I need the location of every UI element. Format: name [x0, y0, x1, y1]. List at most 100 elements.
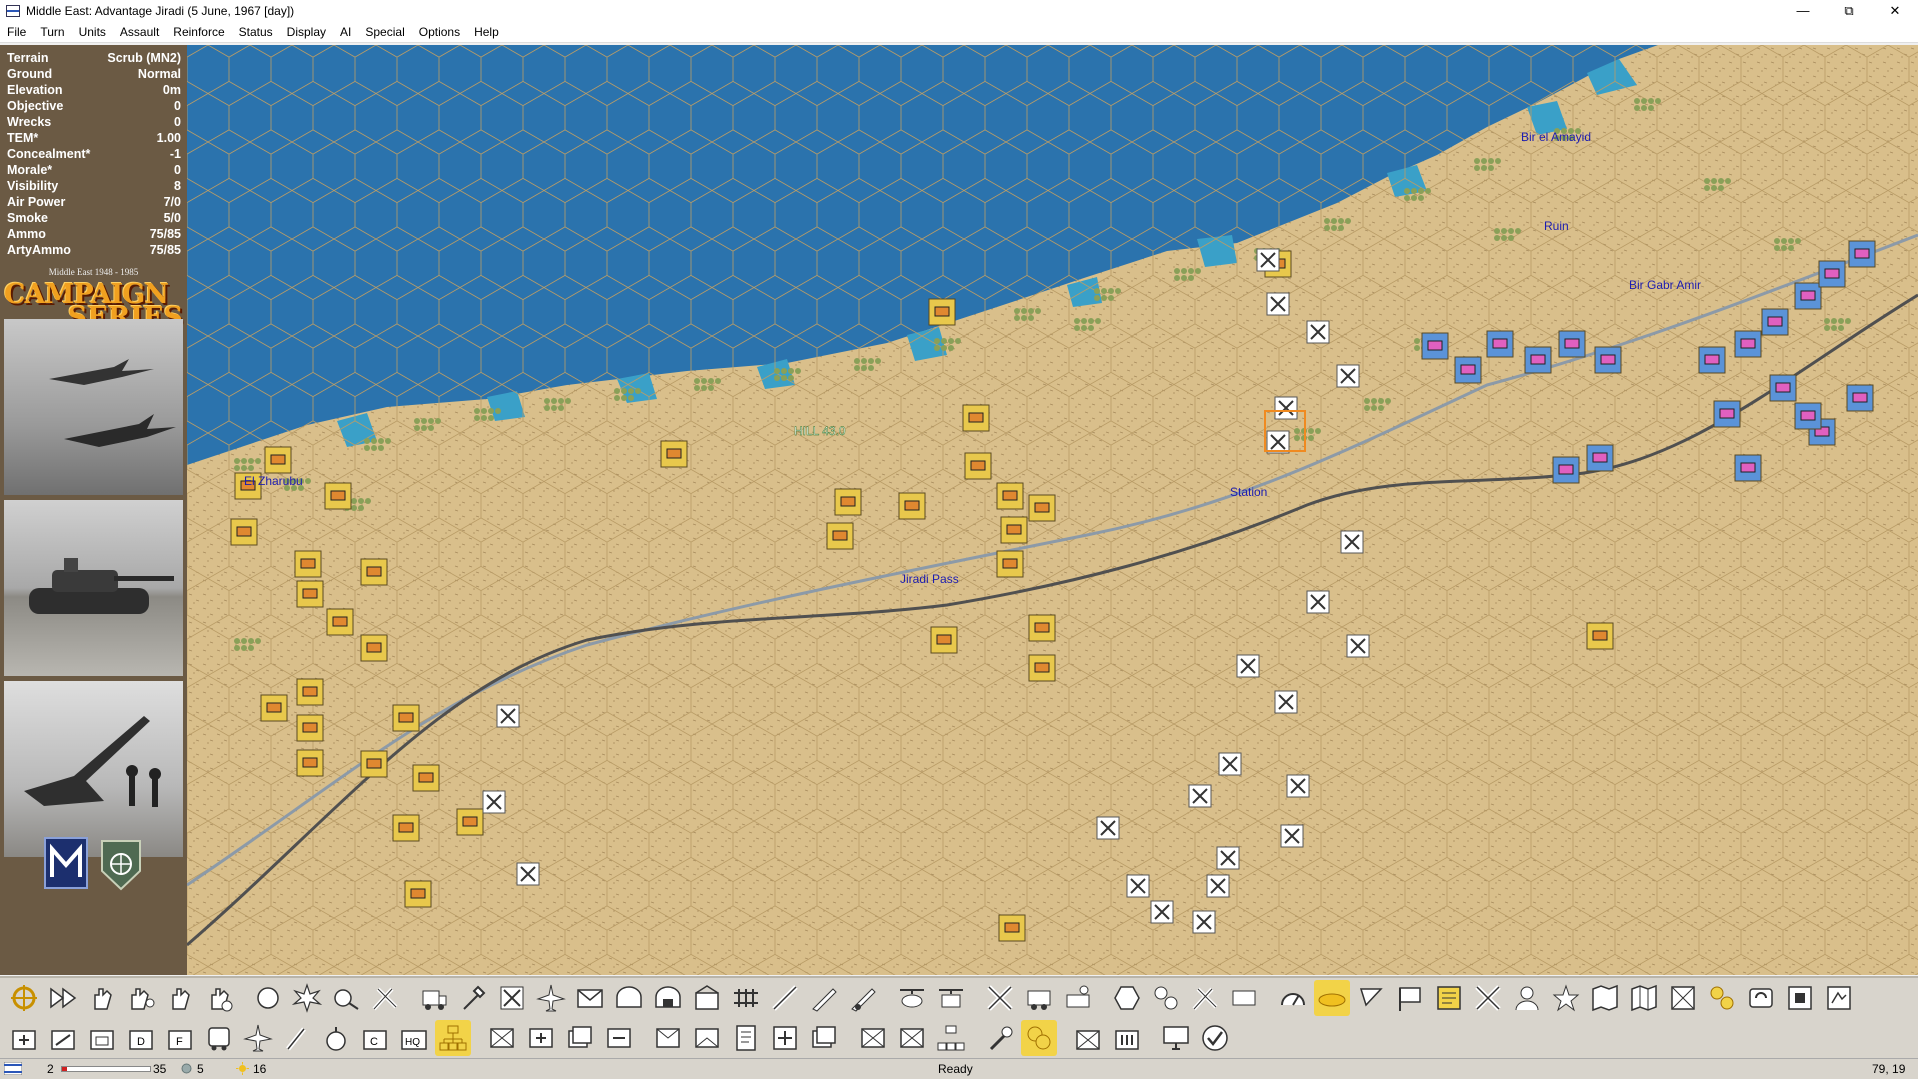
- smoke-button[interactable]: [1021, 1019, 1057, 1056]
- menu-help[interactable]: Help: [467, 25, 506, 39]
- mines-button[interactable]: [1070, 1020, 1106, 1056]
- load-button[interactable]: [416, 980, 452, 1016]
- barrier-button[interactable]: [1109, 1020, 1145, 1056]
- flag-toggle-button[interactable]: [1353, 980, 1389, 1016]
- restore-button[interactable]: ⧉: [1826, 0, 1872, 22]
- select-all-button[interactable]: [484, 1020, 520, 1056]
- map-canvas[interactable]: El Zharubu HILL 43.0 Jiradi Pass Station…: [187, 45, 1918, 975]
- airlift-button[interactable]: [933, 980, 969, 1016]
- scenario-info-button[interactable]: [767, 1020, 803, 1056]
- map-3d-button[interactable]: [1626, 980, 1662, 1016]
- rail-button[interactable]: [728, 980, 764, 1016]
- cross-tools-icon: [987, 984, 1013, 1011]
- menu-file[interactable]: File: [0, 25, 33, 39]
- helicopter-button[interactable]: [894, 980, 930, 1016]
- organization-button[interactable]: [435, 1019, 471, 1056]
- hand-group-icon: [211, 987, 233, 1011]
- highlight-fired-button[interactable]: [1109, 980, 1145, 1016]
- mine-clear-button[interactable]: [494, 980, 530, 1016]
- next-unit-list-button[interactable]: [894, 1020, 930, 1056]
- hex-grid-button[interactable]: [1704, 980, 1740, 1016]
- bridge-button[interactable]: [455, 980, 491, 1016]
- menu-bar: File Turn Units Assault Reinforce Status…: [0, 22, 1918, 43]
- menu-reinforce[interactable]: Reinforce: [166, 25, 231, 39]
- break-down-button[interactable]: [689, 1020, 725, 1056]
- menu-units[interactable]: Units: [72, 25, 113, 39]
- direct-fire-button[interactable]: [806, 980, 842, 1016]
- org-view-button[interactable]: [933, 1020, 969, 1056]
- menu-assault[interactable]: Assault: [113, 25, 166, 39]
- dismount-button[interactable]: [1060, 980, 1096, 1016]
- unit-list-button[interactable]: [806, 1020, 842, 1056]
- release-button[interactable]: [45, 1020, 81, 1056]
- nationality-toggle-button[interactable]: [1392, 980, 1428, 1016]
- chemical-button[interactable]: [318, 1020, 354, 1056]
- transport-stack-button[interactable]: [201, 1020, 237, 1056]
- air-strike-button[interactable]: [240, 1020, 276, 1056]
- rotate-button[interactable]: [162, 980, 198, 1016]
- report-button[interactable]: [728, 1020, 764, 1056]
- demolition-button[interactable]: [279, 1020, 315, 1056]
- next-unit-button[interactable]: [45, 980, 81, 1016]
- hex-outline-button[interactable]: [1587, 980, 1623, 1016]
- hq-button[interactable]: HQ: [396, 1020, 432, 1056]
- headquarters-button[interactable]: [84, 1020, 120, 1056]
- counter-toggle-button[interactable]: [1314, 979, 1350, 1016]
- objectives-toggle-button[interactable]: [1548, 980, 1584, 1016]
- wrecks-toggle-button[interactable]: [1470, 980, 1506, 1016]
- engineer-button[interactable]: [367, 980, 403, 1016]
- combine-button[interactable]: [650, 1020, 686, 1056]
- fire-button[interactable]: [250, 980, 286, 1016]
- infantry-button[interactable]: [767, 980, 803, 1016]
- label-hill-43: HILL 43.0: [794, 424, 846, 438]
- menu-ai[interactable]: AI: [333, 25, 358, 39]
- gauge-button[interactable]: [1275, 980, 1311, 1016]
- menu-turn[interactable]: Turn: [33, 25, 71, 39]
- previous-unit-button[interactable]: [855, 1020, 891, 1056]
- move-stack-button[interactable]: [123, 980, 159, 1016]
- close-button[interactable]: ✕: [1872, 0, 1918, 22]
- move-unit-button[interactable]: [84, 980, 120, 1016]
- mount-button[interactable]: [1021, 980, 1057, 1016]
- disable-button[interactable]: [982, 980, 1018, 1016]
- select-plus-button[interactable]: [523, 1020, 559, 1056]
- minimize-button[interactable]: —: [1780, 0, 1826, 22]
- group-move-button[interactable]: [201, 980, 237, 1016]
- svg-text:C: C: [370, 1036, 378, 1048]
- menu-options[interactable]: Options: [412, 25, 467, 39]
- end-turn-button[interactable]: [1197, 1020, 1233, 1056]
- menu-display[interactable]: Display: [280, 25, 333, 39]
- menu-special[interactable]: Special: [358, 25, 411, 39]
- assault-button[interactable]: [328, 980, 364, 1016]
- select-none-button[interactable]: [601, 1020, 637, 1056]
- jump-map-button[interactable]: [1782, 980, 1818, 1016]
- info-row-concealment: Concealment* -1: [7, 147, 181, 161]
- aircraft-button[interactable]: [533, 980, 569, 1016]
- menu-status[interactable]: Status: [232, 25, 280, 39]
- map-contour-button[interactable]: [1665, 980, 1701, 1016]
- entrench-button[interactable]: [650, 980, 686, 1016]
- airlift-icon: [939, 988, 963, 1007]
- highlight-moved-button[interactable]: [1148, 980, 1184, 1016]
- hex-map[interactable]: El Zharubu HILL 43.0 Jiradi Pass Station…: [187, 45, 1918, 975]
- computer-button[interactable]: [1158, 1020, 1194, 1056]
- label-bir-gabr-amir: Bir Gabr Amir: [1629, 278, 1701, 292]
- highlight-disrupted-button[interactable]: [1187, 980, 1223, 1016]
- formation-button[interactable]: F: [162, 1020, 198, 1056]
- reinforcement-button[interactable]: [6, 1020, 42, 1056]
- detach-button[interactable]: D: [123, 1020, 159, 1056]
- building-button[interactable]: [689, 980, 725, 1016]
- leaders-toggle-button[interactable]: [1509, 980, 1545, 1016]
- supply-button[interactable]: [572, 980, 608, 1016]
- crosshair-button[interactable]: [6, 980, 42, 1016]
- indirect-fire-button[interactable]: [845, 980, 881, 1016]
- info-panel-toggle-button[interactable]: [1431, 980, 1467, 1016]
- select-stack-button[interactable]: [562, 1020, 598, 1056]
- explosion-button[interactable]: [289, 980, 325, 1016]
- rotate-map-button[interactable]: [1743, 980, 1779, 1016]
- visibility-button[interactable]: [1821, 980, 1857, 1016]
- fortify-button[interactable]: [611, 980, 647, 1016]
- highlight-transport-button[interactable]: [1226, 980, 1262, 1016]
- command-post-button[interactable]: C: [357, 1020, 393, 1056]
- set-fire-button[interactable]: [982, 1020, 1018, 1056]
